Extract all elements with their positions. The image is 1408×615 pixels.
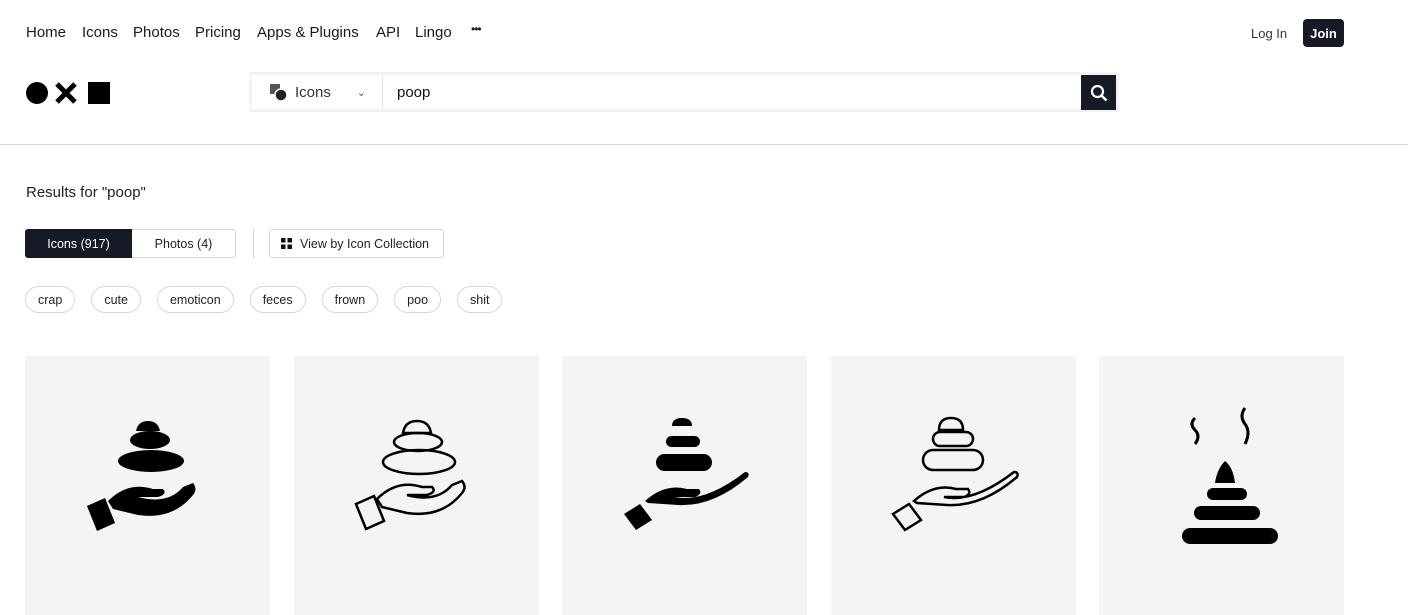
tag-cute[interactable]: cute [91, 286, 141, 313]
tag-poo[interactable]: poo [394, 286, 442, 313]
poop-on-palm-outline-icon [890, 416, 1019, 532]
search-button[interactable] [1081, 75, 1116, 110]
tag-emoticon[interactable]: emoticon [156, 286, 234, 313]
search-type-select[interactable]: Icons ⌄ [252, 75, 383, 109]
login-link[interactable]: Log In [1251, 26, 1287, 41]
nav-lingo[interactable]: Lingo [415, 24, 452, 41]
nav-api[interactable]: API [376, 24, 400, 41]
nav-apps-plugins[interactable]: Apps & Plugins [257, 24, 359, 41]
tab-icons[interactable]: Icons (917) [25, 229, 132, 258]
tag-frown[interactable]: frown [321, 286, 379, 313]
view-by-collection-label: View by Icon Collection [300, 236, 430, 251]
poop-on-palm-icon [623, 418, 749, 530]
logo-icon [26, 82, 110, 104]
tag-feces[interactable]: feces [249, 286, 306, 313]
nav-pricing[interactable]: Pricing [195, 24, 241, 41]
nav-photos[interactable]: Photos [133, 24, 180, 41]
chevron-down-icon: ⌄ [356, 86, 366, 99]
related-tags: crap cute emoticon feces frown poo shit [25, 286, 503, 313]
icon-result-card[interactable] [831, 356, 1076, 615]
search-input[interactable] [383, 75, 1081, 109]
search-bar: Icons ⌄ [249, 72, 1119, 112]
header-divider [0, 144, 1408, 145]
tabs-divider [253, 229, 254, 258]
icon-result-card[interactable] [25, 356, 270, 615]
tab-photos[interactable]: Photos (4) [132, 229, 236, 258]
nav-home[interactable]: Home [26, 24, 66, 41]
search-icon [1090, 84, 1107, 101]
result-type-tabs: Icons (917) Photos (4) [25, 229, 236, 258]
tag-shit[interactable]: shit [457, 286, 503, 313]
join-button[interactable]: Join [1303, 19, 1344, 47]
icon-result-card[interactable] [1099, 356, 1344, 615]
tag-crap[interactable]: crap [25, 286, 76, 313]
smelly-poop-icon [1181, 407, 1278, 544]
icons-type-icon [270, 83, 287, 101]
nav-icons[interactable]: Icons [82, 24, 118, 41]
results-heading: Results for "poop" [26, 184, 146, 201]
icon-result-card[interactable] [294, 356, 539, 615]
search-type-label: Icons [295, 83, 331, 101]
more-menu-icon[interactable]: ••• [471, 22, 482, 36]
view-by-collection-button[interactable]: View by Icon Collection [269, 229, 444, 258]
poop-on-hand-icon [86, 421, 195, 531]
icon-result-card[interactable] [562, 356, 807, 615]
grid-icon [281, 238, 292, 249]
poop-on-hand-outline-icon [353, 419, 466, 531]
logo[interactable] [26, 82, 112, 104]
